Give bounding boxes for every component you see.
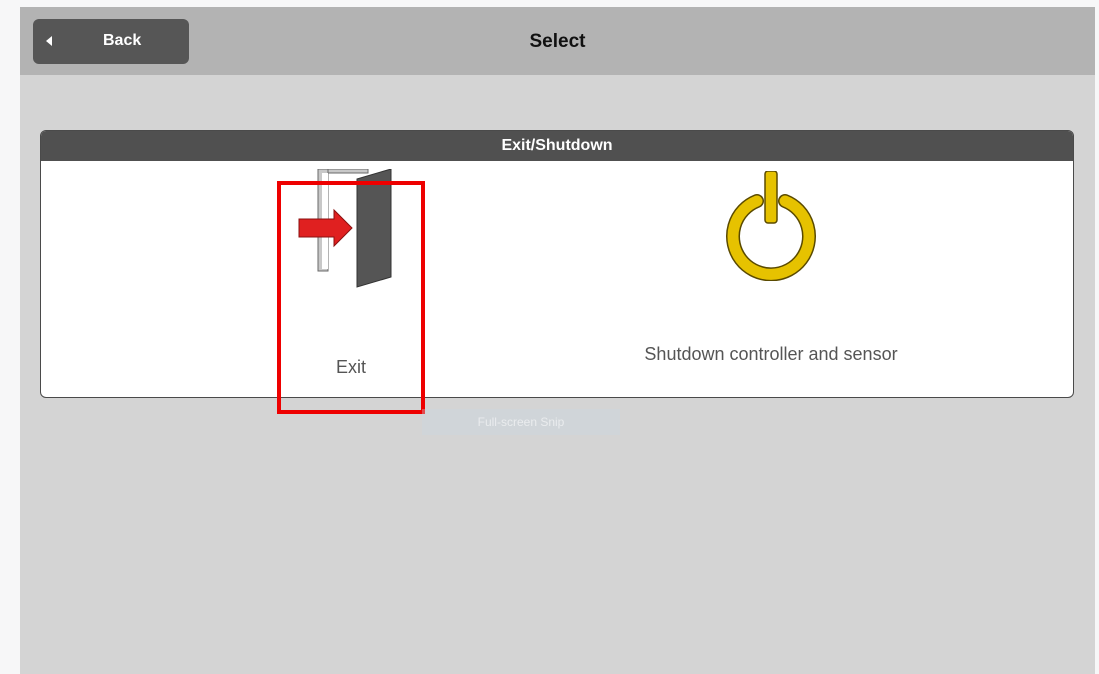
app-screen: Back Select Exit/Shutdown Exit Shutdown … bbox=[20, 7, 1095, 674]
top-bar: Back Select bbox=[20, 7, 1095, 75]
exit-door-icon bbox=[296, 168, 396, 289]
snip-overlay-label: Full-screen Snip bbox=[422, 409, 620, 435]
exit-shutdown-panel: Exit/Shutdown Exit Shutdown controller a… bbox=[40, 130, 1074, 398]
shutdown-option-label: Shutdown controller and sensor bbox=[644, 344, 898, 364]
panel-title: Exit/Shutdown bbox=[41, 131, 1073, 161]
exit-option[interactable]: Exit bbox=[278, 161, 424, 397]
exit-option-label: Exit bbox=[335, 357, 366, 377]
power-icon bbox=[721, 170, 821, 282]
shutdown-option[interactable]: Shutdown controller and sensor bbox=[621, 161, 921, 397]
page-title: Select bbox=[529, 31, 586, 52]
